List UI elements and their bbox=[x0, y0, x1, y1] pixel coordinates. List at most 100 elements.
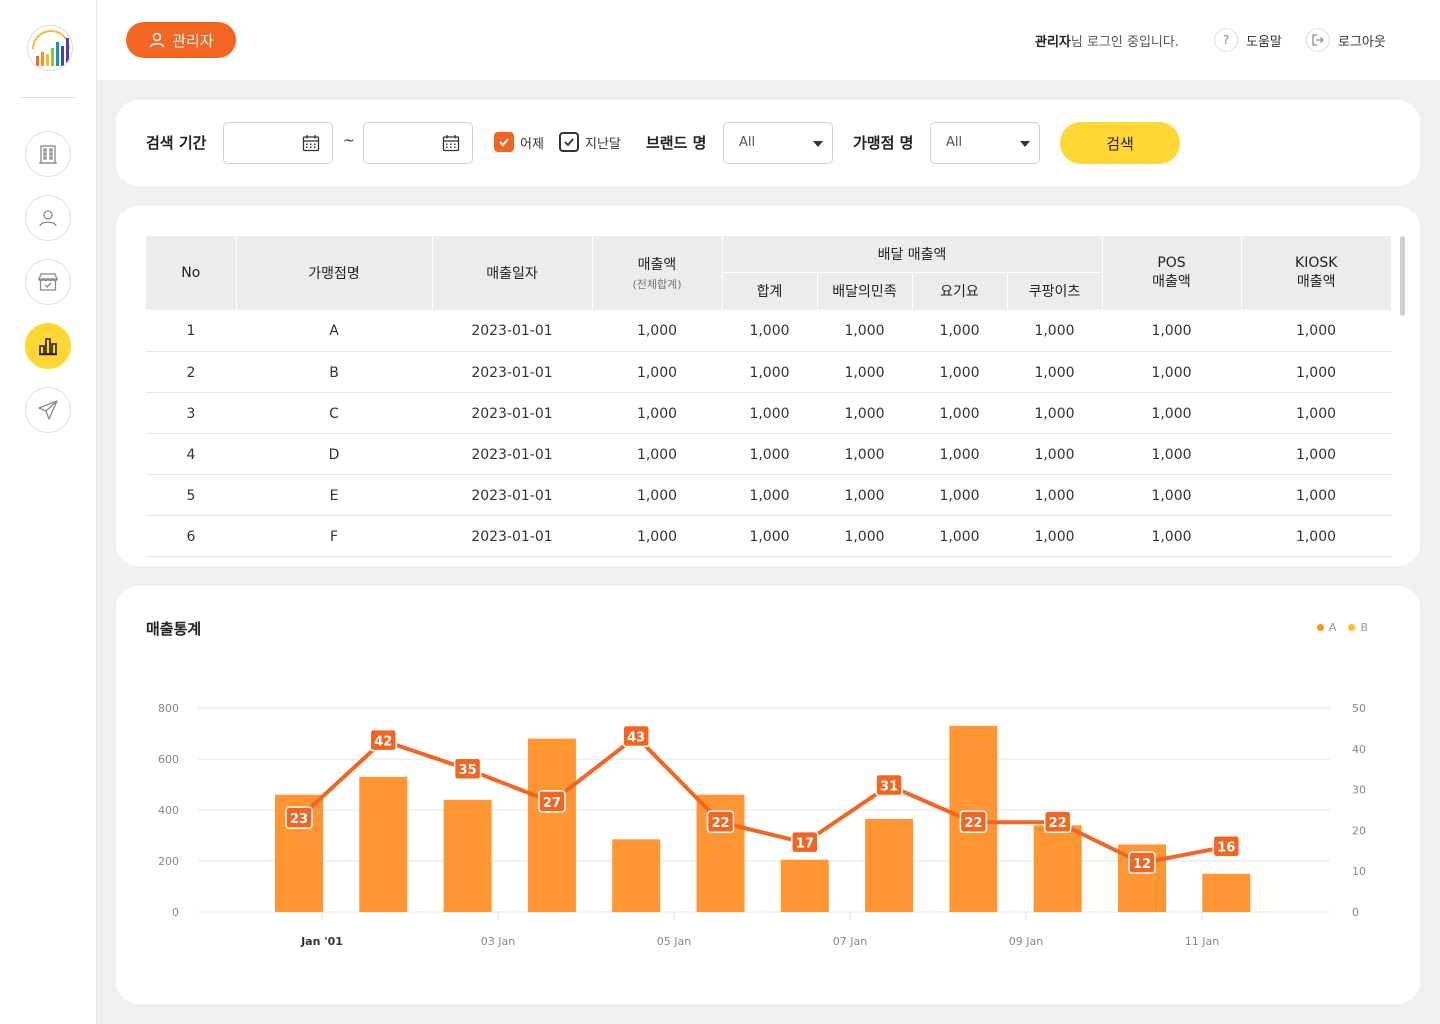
sidebar-item-send[interactable] bbox=[25, 387, 71, 433]
cell-baemin: 1,000 bbox=[817, 310, 912, 352]
yesterday-checkbox[interactable]: 어제 bbox=[494, 132, 544, 152]
cell-yogiyo: 1,000 bbox=[912, 351, 1007, 393]
app-logo[interactable] bbox=[27, 25, 73, 71]
cell-sales: 1,000 bbox=[592, 515, 722, 557]
login-status: 관리자님 로그인 중입니다. bbox=[1035, 31, 1179, 50]
chart-bar bbox=[612, 839, 661, 912]
cell-sales: 1,000 bbox=[592, 351, 722, 393]
left-axis-tick-label: 0 bbox=[172, 906, 179, 919]
legend-item-a[interactable]: A bbox=[1316, 621, 1336, 634]
chart-bar bbox=[527, 738, 576, 912]
user-icon bbox=[39, 210, 57, 227]
search-button[interactable]: 검색 bbox=[1060, 122, 1180, 164]
chart-bar bbox=[865, 818, 914, 912]
x-axis-tick-label: 09 Jan bbox=[1009, 935, 1043, 948]
chart-point-label: 12 bbox=[1133, 857, 1151, 872]
chart-point-label: 17 bbox=[796, 837, 814, 852]
store-select[interactable]: All bbox=[930, 122, 1040, 164]
chart-point-label: 22 bbox=[964, 816, 982, 831]
cell-sales: 1,000 bbox=[592, 310, 722, 352]
logout-label: 로그아웃 bbox=[1338, 34, 1386, 50]
cell-delivery-total: 1,000 bbox=[722, 433, 817, 475]
cell-no: 6 bbox=[146, 515, 236, 557]
brand-select[interactable]: All bbox=[723, 122, 833, 164]
cell-pos: 1,000 bbox=[1102, 392, 1241, 434]
cell-pos: 1,000 bbox=[1102, 433, 1241, 475]
col-header-coupang: 쿠팡이츠 bbox=[1007, 271, 1103, 310]
table-row[interactable]: 2 B 2023-01-01 1,000 1,000 1,000 1,000 1… bbox=[146, 351, 1391, 393]
chart-bar bbox=[443, 799, 492, 912]
right-axis-tick-label: 50 bbox=[1352, 702, 1366, 715]
chart-point-label: 23 bbox=[290, 812, 308, 827]
cell-delivery-total: 1,000 bbox=[722, 310, 817, 352]
col-header-delivery: 배달 매출액 bbox=[722, 236, 1103, 272]
table-row[interactable]: 3 C 2023-01-01 1,000 1,000 1,000 1,000 1… bbox=[146, 392, 1391, 434]
cell-kiosk: 1,000 bbox=[1241, 351, 1391, 393]
left-axis-tick-label: 600 bbox=[158, 753, 179, 766]
chart-point-label: 16 bbox=[1217, 841, 1235, 856]
logout-button[interactable]: 로그아웃 bbox=[1306, 28, 1386, 52]
sidebar-item-store[interactable] bbox=[25, 259, 71, 305]
x-axis-tick-label: Jan '01 bbox=[300, 935, 343, 948]
help-button[interactable]: ? 도움말 bbox=[1214, 28, 1282, 52]
cell-coupang: 1,000 bbox=[1007, 474, 1102, 516]
chart-point-label: 22 bbox=[1049, 816, 1067, 831]
sidebar-item-building[interactable] bbox=[25, 131, 71, 177]
store-icon bbox=[38, 273, 58, 291]
chart-icon bbox=[39, 338, 57, 356]
cell-store: E bbox=[236, 474, 432, 516]
table-scrollbar[interactable] bbox=[1400, 236, 1405, 316]
legend-item-b[interactable]: B bbox=[1348, 621, 1368, 634]
cell-yogiyo: 1,000 bbox=[912, 392, 1007, 434]
cell-store: A bbox=[236, 310, 432, 352]
user-icon bbox=[150, 32, 165, 48]
right-axis-tick-label: 30 bbox=[1352, 784, 1366, 797]
right-axis-tick-label: 40 bbox=[1352, 743, 1366, 756]
col-header-date: 매출일자 bbox=[432, 236, 593, 310]
x-axis-tick-label: 03 Jan bbox=[481, 935, 515, 948]
sidebar-item-statistics[interactable] bbox=[25, 323, 71, 369]
login-suffix: 님 로그인 중입니다. bbox=[1070, 35, 1179, 50]
cell-coupang: 1,000 bbox=[1007, 433, 1102, 475]
date-range-separator: ~ bbox=[343, 133, 355, 149]
end-date-input[interactable] bbox=[363, 122, 473, 164]
sidebar-item-user[interactable] bbox=[25, 195, 71, 241]
cell-store: C bbox=[236, 392, 432, 434]
table-row[interactable]: 4 D 2023-01-01 1,000 1,000 1,000 1,000 1… bbox=[146, 433, 1391, 475]
chart-point-label: 22 bbox=[711, 816, 729, 831]
calendar-icon bbox=[302, 135, 320, 152]
left-axis-tick-label: 400 bbox=[158, 804, 179, 817]
chart-title: 매출통계 bbox=[146, 620, 202, 638]
chart-point-label: 35 bbox=[459, 763, 477, 778]
table-row[interactable]: 6 F 2023-01-01 1,000 1,000 1,000 1,000 1… bbox=[146, 515, 1391, 557]
start-date-input[interactable] bbox=[223, 122, 333, 164]
last-month-checkbox[interactable]: 지난달 bbox=[559, 132, 621, 152]
col-header-delivery-total: 합계 bbox=[722, 271, 818, 310]
left-axis-tick-label: 800 bbox=[158, 702, 179, 715]
cell-no: 3 bbox=[146, 392, 236, 434]
last-month-label: 지난달 bbox=[585, 136, 621, 152]
legend-dot-b bbox=[1348, 624, 1356, 631]
logout-icon bbox=[1306, 28, 1330, 52]
cell-pos: 1,000 bbox=[1102, 310, 1241, 352]
sales-statistics-chart: 0 200 400 600 800 0 10 20 30 40 50 Jan '01 03 Jan 05 … bbox=[158, 702, 1366, 948]
building-icon bbox=[39, 145, 57, 164]
cell-sales: 1,000 bbox=[592, 433, 722, 475]
col-header-sales-label: 매출액 bbox=[637, 257, 677, 273]
legend-dot-a bbox=[1316, 624, 1324, 631]
sales-statistics-panel: 0 200 400 600 800 0 10 20 30 40 50 Jan '01 03 Jan 05 … bbox=[116, 586, 1420, 1004]
cell-date: 2023-01-01 bbox=[432, 351, 592, 393]
col-header-no: No bbox=[146, 236, 237, 310]
sidebar-divider bbox=[20, 97, 76, 98]
cell-store: F bbox=[236, 515, 432, 557]
calendar-icon bbox=[442, 135, 460, 152]
chart-point-label: 43 bbox=[627, 731, 645, 746]
table-row[interactable]: 1 A 2023-01-01 1,000 1,000 1,000 1,000 1… bbox=[146, 310, 1391, 352]
cell-baemin: 1,000 bbox=[817, 433, 912, 475]
topbar: 관리자 관리자님 로그인 중입니다. ? 도움말 로그아웃 bbox=[97, 0, 1440, 80]
cell-delivery-total: 1,000 bbox=[722, 351, 817, 393]
caret-down-icon bbox=[1020, 141, 1030, 147]
admin-role-button[interactable]: 관리자 bbox=[126, 22, 236, 58]
table-row[interactable]: 5 E 2023-01-01 1,000 1,000 1,000 1,000 1… bbox=[146, 474, 1391, 516]
col-header-baemin: 배달의민족 bbox=[817, 271, 913, 310]
